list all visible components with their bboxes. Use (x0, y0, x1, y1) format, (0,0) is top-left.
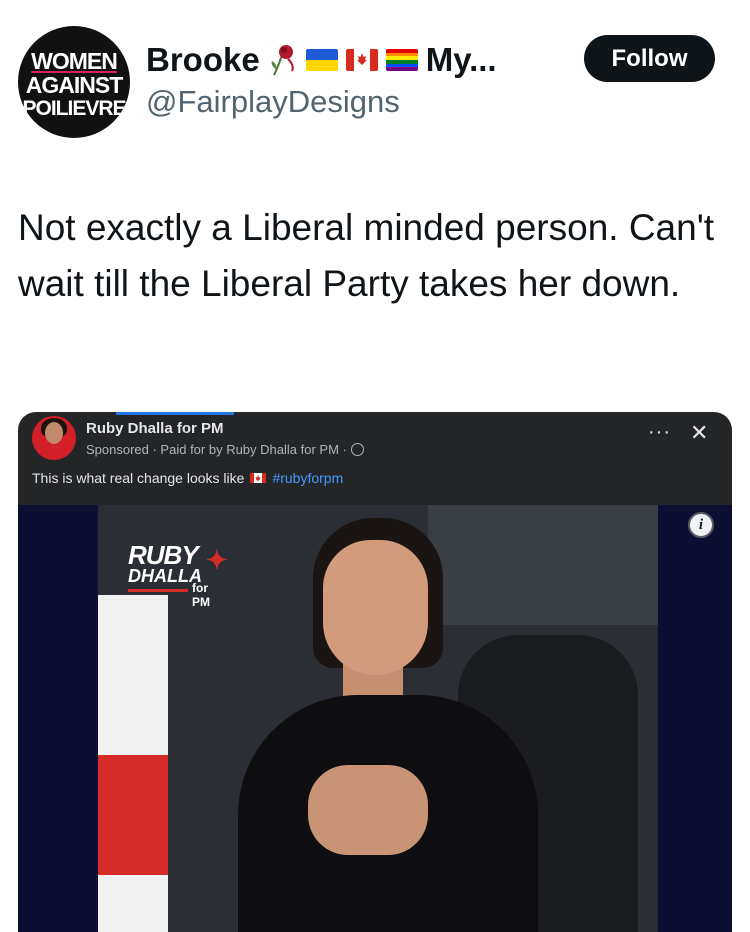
logo-line-forpm: for PM (192, 581, 210, 609)
logo-line-ruby: RUBY (128, 540, 199, 570)
tweet-text: Not exactly a Liberal minded person. Can… (18, 207, 715, 304)
ad-video-frame: RUBY DHALLA for PM ✦ i (18, 505, 732, 932)
display-name[interactable]: Brooke (146, 41, 260, 79)
ad-caption: This is what real change looks like #rub… (32, 470, 343, 486)
logo-line-dhalla: DHALLA (128, 566, 202, 586)
hashtag-link: #rubyforpm (272, 470, 344, 486)
globe-icon (350, 443, 364, 456)
author-name-row[interactable]: Brooke My... (146, 40, 497, 80)
canada-flag-icon (345, 49, 378, 71)
avatar-text-women: WOMEN (31, 48, 118, 74)
ad-page-name: Ruby Dhalla for PM (86, 420, 224, 437)
maple-leaf-icon: ✦ (206, 545, 228, 575)
close-icon: ✕ (690, 420, 709, 445)
profile-avatar[interactable]: WOMEN AGAINST POILIEVRE (18, 26, 130, 138)
ad-sponsored-label: Sponsored · Paid for by Ruby Dhalla for … (86, 442, 364, 457)
info-icon: i (688, 512, 714, 538)
sponsored-text: Sponsored · Paid for by Ruby Dhalla for … (86, 442, 347, 457)
embedded-ad-screenshot[interactable]: Ruby Dhalla for PM Sponsored · Paid for … (18, 412, 732, 932)
display-name-truncated[interactable]: My... (426, 41, 497, 79)
ad-progress-line (116, 412, 234, 415)
follow-button[interactable]: Follow (584, 35, 715, 82)
user-handle[interactable]: @FairplayDesigns (146, 84, 400, 120)
ad-caption-text: This is what real change looks like (32, 470, 245, 486)
rainbow-flag-icon (385, 49, 418, 71)
more-dots-icon: ··· (648, 421, 671, 443)
ukraine-flag-icon (305, 49, 338, 71)
wilted-rose-icon (268, 43, 298, 77)
ruby-dhalla-logo: RUBY DHALLA for PM ✦ (128, 540, 228, 609)
canada-flag-small-icon (250, 473, 267, 483)
ad-page-avatar (32, 416, 76, 460)
avatar-text-poilievre: POILIEVRE (22, 97, 126, 120)
avatar-text-against: AGAINST (25, 72, 124, 98)
